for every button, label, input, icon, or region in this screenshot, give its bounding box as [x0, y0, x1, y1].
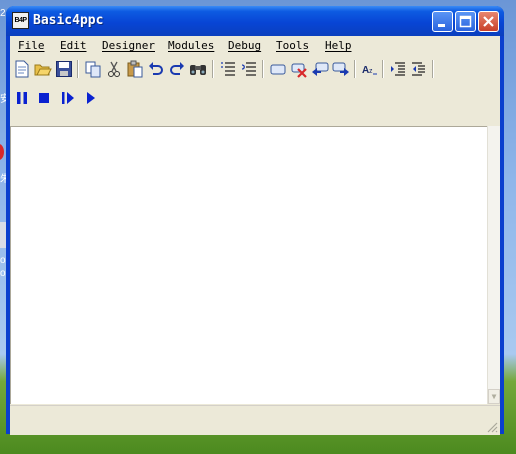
vertical-scrollbar[interactable]: ▼	[487, 126, 500, 404]
cut-icon[interactable]	[105, 60, 123, 78]
debug-toolbar	[10, 84, 500, 110]
toolbar-separator	[262, 60, 264, 78]
scroll-down-arrow-icon[interactable]: ▼	[488, 389, 500, 404]
app-icon[interactable]: B4P	[12, 12, 29, 29]
redo-icon[interactable]	[168, 60, 186, 78]
open-folder-icon[interactable]	[34, 60, 52, 78]
main-toolbar: Az	[10, 56, 500, 82]
comment-lines-icon[interactable]	[219, 60, 237, 78]
title-bar[interactable]: B4P Basic4ppc	[6, 6, 504, 36]
toolbar-separator	[212, 60, 214, 78]
pause-icon[interactable]	[13, 89, 31, 107]
run-icon[interactable]	[82, 89, 100, 107]
next-bookmark-icon[interactable]	[332, 60, 350, 78]
paste-icon[interactable]	[126, 60, 144, 78]
find-icon[interactable]	[189, 60, 207, 78]
bookmark-icon[interactable]	[269, 60, 287, 78]
app-window: B4P Basic4ppc File Edit Designer Modules…	[6, 6, 504, 435]
undo-icon[interactable]	[147, 60, 165, 78]
client-area: File Edit Designer Modules Debug Tools H…	[10, 36, 500, 435]
toolbar-separator	[382, 60, 384, 78]
menu-bar: File Edit Designer Modules Debug Tools H…	[10, 36, 500, 56]
close-button[interactable]	[478, 11, 499, 32]
menu-debug[interactable]: Debug	[228, 39, 261, 52]
stop-icon[interactable]	[35, 89, 53, 107]
code-editor[interactable]	[10, 126, 487, 404]
maximize-icon	[459, 15, 472, 28]
menu-designer[interactable]: Designer	[102, 39, 155, 52]
status-bar	[10, 405, 500, 435]
toolbar-separator	[77, 60, 79, 78]
toolbar-separator	[432, 60, 434, 78]
desktop-icon-fragment[interactable]	[0, 144, 4, 160]
resize-grip-icon[interactable]	[486, 421, 498, 433]
new-file-icon[interactable]	[13, 60, 31, 78]
svg-text:z: z	[369, 68, 373, 75]
menu-edit[interactable]: Edit	[60, 39, 87, 52]
clear-bookmarks-icon[interactable]	[290, 60, 308, 78]
menu-modules[interactable]: Modules	[168, 39, 214, 52]
minimize-button[interactable]	[432, 11, 453, 32]
menu-help[interactable]: Help	[325, 39, 352, 52]
close-icon	[483, 16, 494, 27]
maximize-button[interactable]	[455, 11, 476, 32]
outdent-icon[interactable]	[410, 60, 428, 78]
menu-tools[interactable]: Tools	[276, 39, 309, 52]
window-title: Basic4ppc	[33, 13, 104, 28]
font-size-icon[interactable]: Az	[361, 60, 379, 78]
step-icon[interactable]	[59, 89, 77, 107]
uncomment-lines-icon[interactable]	[240, 60, 258, 78]
indent-icon[interactable]	[389, 60, 407, 78]
save-icon[interactable]	[55, 60, 73, 78]
toolbar-separator	[354, 60, 356, 78]
copy-icon[interactable]	[84, 60, 102, 78]
menu-file[interactable]: File	[18, 39, 45, 52]
previous-bookmark-icon[interactable]	[311, 60, 329, 78]
minimize-icon	[438, 24, 445, 27]
